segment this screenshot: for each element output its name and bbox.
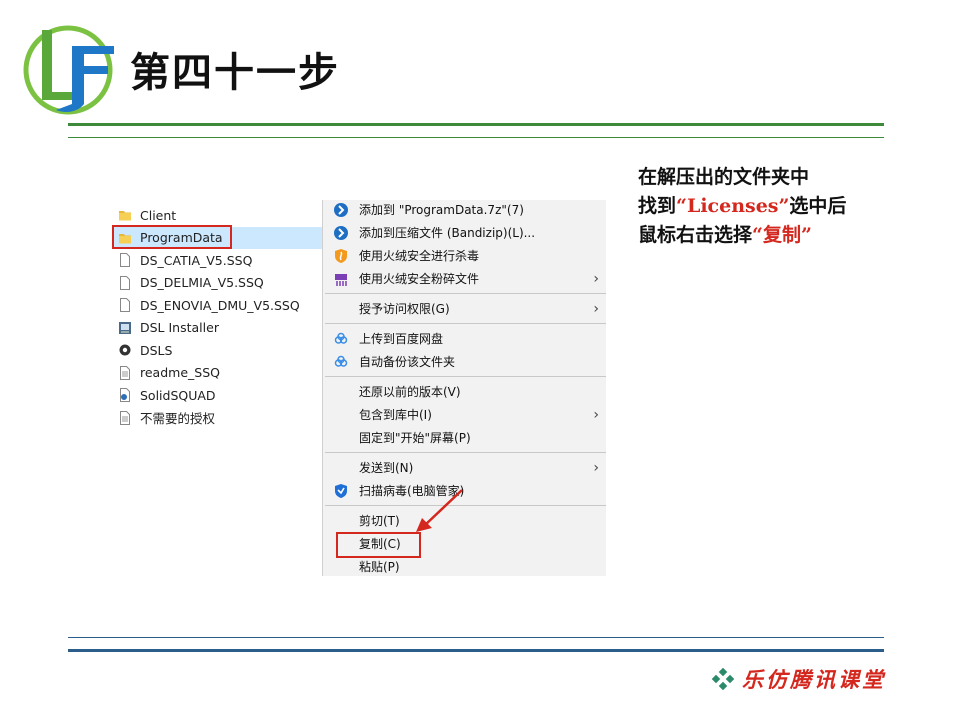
shredder-icon <box>335 273 347 286</box>
file-item-unneeded-license[interactable]: 不需要的授权 <box>112 407 334 430</box>
top-rule-thin <box>68 137 884 138</box>
file-item-dsls[interactable]: DSLS <box>112 339 334 362</box>
diamond-cluster-icon <box>712 668 734 690</box>
menu-huorong-shred[interactable]: 使用火绒安全粉碎文件 › <box>323 267 606 290</box>
menu-include-library[interactable]: 包含到库中(I) › <box>323 403 606 426</box>
tencent-shield-icon <box>335 483 347 498</box>
menu-send-to[interactable]: 发送到(N) › <box>323 456 606 479</box>
licenses-highlight: Licenses <box>686 195 779 217</box>
file-item-readme[interactable]: readme_SSQ <box>112 362 334 385</box>
file-icon <box>120 253 130 268</box>
menu-huorong-scan[interactable]: 使用火绒安全进行杀毒 <box>323 244 606 267</box>
programdata-highlight-box <box>112 225 232 249</box>
copy-highlight: 复制 <box>762 224 801 246</box>
menu-pin-start[interactable]: 固定到"开始"屏幕(P) <box>323 426 606 449</box>
chevron-right-icon: › <box>593 271 599 287</box>
menu-add-to-archive[interactable]: 添加到压缩文件 (Bandizip)(L)... <box>323 221 606 244</box>
instruction-line-3: 鼠标右击选择“复制” <box>638 224 812 246</box>
menu-upload-baidu[interactable]: 上传到百度网盘 <box>323 327 606 350</box>
brand-name: 乐仿腾讯课堂 <box>742 667 886 692</box>
bandizip-icon <box>334 202 348 217</box>
baidu-netdisk-icon <box>334 355 348 367</box>
instruction-line-2: 找到“Licenses”选中后 <box>638 195 847 217</box>
installer-icon <box>119 321 131 334</box>
menu-restore-versions[interactable]: 还原以前的版本(V) <box>323 380 606 403</box>
file-item-ds-enovia[interactable]: DS_ENOVIA_DMU_V5.SSQ <box>112 294 334 317</box>
bottom-rule-thick <box>68 649 884 652</box>
chevron-right-icon: › <box>593 301 599 317</box>
script-icon <box>120 388 130 403</box>
file-item-dsl-installer[interactable]: DSL Installer <box>112 317 334 340</box>
gear-icon <box>119 344 131 356</box>
menu-separator <box>325 323 606 324</box>
file-item-client[interactable]: Client <box>112 204 334 227</box>
menu-separator <box>325 452 606 453</box>
chevron-right-icon: › <box>593 460 599 476</box>
file-icon <box>120 298 130 313</box>
menu-paste[interactable]: 粘贴(P) <box>323 555 606 576</box>
menu-separator <box>325 376 606 377</box>
menu-add-to-7z[interactable]: 添加到 "ProgramData.7z"(7) <box>323 200 606 221</box>
slide-title: 第四十一步 <box>130 50 340 96</box>
baidu-netdisk-icon <box>334 332 348 344</box>
menu-grant-access[interactable]: 授予访问权限(G) › <box>323 297 606 320</box>
footer-brand: 乐仿腾讯课堂 <box>712 664 886 694</box>
text-file-icon <box>120 365 130 380</box>
chevron-right-icon: › <box>593 407 599 423</box>
explorer-screenshot: Client ProgramData DS_CATIA_V5.SSQ DS_DE… <box>112 200 606 576</box>
red-arrow-icon <box>416 489 463 532</box>
menu-auto-backup[interactable]: 自动备份该文件夹 <box>323 350 606 373</box>
folder-icon <box>119 211 131 221</box>
file-item-ds-catia[interactable]: DS_CATIA_V5.SSQ <box>112 249 334 272</box>
file-icon <box>120 275 130 290</box>
menu-separator <box>325 293 606 294</box>
instruction-text: 在解压出的文件夹中 找到“Licenses”选中后 鼠标右击选择“复制” <box>638 163 898 250</box>
file-item-solidsquad[interactable]: SolidSQUAD <box>112 384 334 407</box>
copy-highlight-box <box>336 532 421 558</box>
bandizip-icon <box>334 225 348 240</box>
lf-logo <box>23 25 114 115</box>
bottom-rule-thin <box>68 637 884 638</box>
huorong-shield-icon <box>335 248 347 263</box>
file-item-ds-delmia[interactable]: DS_DELMIA_V5.SSQ <box>112 272 334 295</box>
text-file-icon <box>120 410 130 425</box>
instruction-line-1: 在解压出的文件夹中 <box>638 166 810 188</box>
top-rule-thick <box>68 123 884 126</box>
